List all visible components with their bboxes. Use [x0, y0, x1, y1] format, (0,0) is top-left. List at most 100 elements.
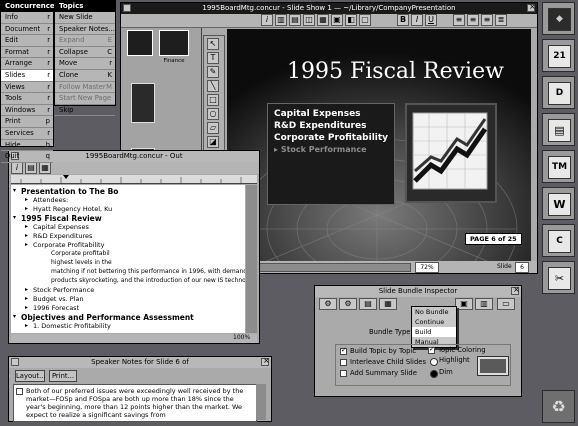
polygon-tool-icon[interactable]: ▱ — [207, 122, 219, 134]
bold-button[interactable]: B — [397, 14, 409, 26]
outline-row[interactable]: ▸ 1. Domestic Profitability — [11, 322, 245, 331]
align-left-button[interactable]: ≡ — [453, 14, 465, 26]
bundle-icon-7[interactable]: ▭ — [497, 298, 515, 310]
disclosure-triangle-icon[interactable]: ▸ — [25, 304, 28, 311]
disclosure-triangle-icon[interactable]: ▸ — [25, 223, 28, 230]
disclosure-triangle-icon[interactable]: ▾ — [13, 313, 16, 320]
print-button[interactable]: Print... — [49, 370, 77, 382]
dock-tile-document-tm[interactable]: TM — [542, 150, 575, 183]
vertical-scrollbar[interactable] — [246, 185, 257, 333]
disclosure-triangle-icon[interactable]: ▸ — [25, 295, 28, 302]
align-right-button[interactable]: ≡ — [481, 14, 493, 26]
menu-item-slides[interactable]: Slides r — [1, 69, 53, 82]
layout-button[interactable]: Layout... — [15, 370, 46, 382]
tool-button-3[interactable]: ▦ — [39, 162, 51, 174]
slide-number-field[interactable]: 6 — [515, 262, 529, 273]
outline-row[interactable]: ▸ R&D Expenditures — [11, 232, 245, 241]
menu-item-edit[interactable]: Edit r — [1, 35, 53, 47]
notes-checkbox[interactable] — [16, 388, 23, 395]
miniaturize-button[interactable] — [11, 358, 19, 366]
menu-item-windows[interactable]: Windows r — [1, 105, 53, 117]
tool-button-3[interactable]: ▤ — [289, 14, 301, 26]
text-tool-icon[interactable]: T — [207, 52, 219, 64]
color-well[interactable] — [477, 356, 509, 376]
outline-row[interactable]: ▾ Objectives and Performance Assessment — [11, 313, 245, 322]
topics-item-clone[interactable]: Clone K — [55, 70, 115, 82]
slideshow-titlebar[interactable]: 1995BoardMtg.concur - Slide Show 1 — ~/L… — [121, 3, 537, 14]
topic-coloring-checkbox[interactable]: ✓ — [428, 345, 435, 354]
dock-tile-pen-w[interactable]: W — [542, 187, 575, 220]
tool-button-2[interactable]: ▤ — [25, 162, 37, 174]
disclosure-triangle-icon[interactable]: ▸ — [25, 322, 28, 329]
outline-row[interactable]: highest levels in the — [11, 259, 245, 268]
menu-item-document[interactable]: Document r — [1, 24, 53, 36]
notes-scrollbar[interactable] — [256, 384, 266, 420]
dock-tile-calendar-21[interactable]: 21 — [542, 39, 575, 72]
disclosure-triangle-icon[interactable]: ▸ — [25, 232, 28, 239]
info-tool-button[interactable]: i — [261, 14, 273, 26]
menu-item-quit[interactable]: Quit q — [1, 151, 53, 163]
outline-row[interactable]: ▸ Attendees: — [11, 196, 245, 205]
tool-button-4[interactable]: ◫ — [303, 14, 315, 26]
menu-item-tools[interactable]: Tools r — [1, 93, 53, 105]
bundle-option-no-bundle[interactable]: No Bundle — [412, 307, 456, 317]
dock-tile-next-cube[interactable]: ◆ — [542, 2, 575, 35]
outline-row[interactable]: ▸ Capital Expenses — [11, 223, 245, 232]
close-button[interactable]: × — [261, 356, 270, 366]
slide-canvas[interactable]: 1995 Fiscal Review Capital Expenses R&D … — [227, 29, 531, 261]
outline-content[interactable]: ▾ Presentation to The Bo ▸ Attendees: ▸ Hyatt… — [11, 185, 245, 333]
bundle-icon-1[interactable]: ⚙ — [319, 298, 337, 310]
menu-item-hide[interactable]: Hide h — [1, 140, 53, 152]
bundle-icon-3[interactable]: ▤ — [359, 298, 377, 310]
rectangle-tool-icon[interactable]: □ — [207, 94, 219, 106]
bundle-checkbox[interactable] — [340, 359, 347, 366]
ruler[interactable] — [11, 175, 257, 184]
underline-button[interactable]: U — [425, 14, 437, 26]
topics-item-start-new-page[interactable]: Start New Page — [55, 93, 115, 105]
outline-zoom-field[interactable]: 100% — [233, 334, 250, 341]
dock-tile-document-c[interactable]: C — [542, 224, 575, 257]
slide-thumbnail[interactable] — [127, 30, 153, 56]
outline-row[interactable]: ▾ Presentation to The Bo — [11, 187, 245, 196]
bundle-icon-2[interactable]: ⚙ — [339, 298, 357, 310]
disclosure-triangle-icon[interactable]: ▾ — [13, 187, 16, 194]
disclosure-triangle-icon[interactable]: ▸ — [25, 286, 28, 293]
menu-item-views[interactable]: Views r — [1, 82, 53, 94]
outline-row[interactable]: Corporate profitabil — [11, 250, 245, 259]
outline-row[interactable]: products skyrocketing, and the introduct… — [11, 277, 245, 286]
disclosure-triangle-icon[interactable]: ▸ — [25, 241, 28, 248]
topics-item-skip[interactable]: Skip — [55, 105, 115, 117]
shadow-tool-icon[interactable]: ◪ — [207, 136, 219, 148]
oval-tool-icon[interactable]: ○ — [207, 108, 219, 120]
miniaturize-button[interactable] — [123, 4, 131, 12]
tool-button-5[interactable]: ▦ — [317, 14, 329, 26]
disclosure-triangle-icon[interactable]: ▾ — [13, 214, 16, 221]
bundle-option-build[interactable]: Build — [412, 327, 456, 337]
menu-item-arrange[interactable]: Arrange r — [1, 58, 53, 70]
topics-item-expand[interactable]: Expand E — [55, 35, 115, 47]
outline-row[interactable]: matching if not bettering this performan… — [11, 268, 245, 277]
highlight-radio[interactable] — [430, 358, 438, 366]
topics-item-follow-master[interactable]: Follow Master M — [55, 82, 115, 94]
dock-tile-scissors[interactable]: ✂ — [542, 261, 575, 294]
close-button[interactable]: × — [511, 285, 520, 295]
tool-button-7[interactable]: ◧ — [345, 14, 357, 26]
topics-item-collapse[interactable]: Collapse C — [55, 47, 115, 59]
slide-thumbnail[interactable] — [131, 83, 155, 123]
dock-tile-terminal[interactable]: ▤ — [542, 113, 575, 146]
disclosure-triangle-icon[interactable]: ▸ — [25, 196, 28, 203]
topics-item-move[interactable]: Move r — [55, 58, 115, 70]
tool-button-6[interactable]: ▣ — [331, 14, 343, 26]
bundle-type-popup[interactable]: No Bundle Continue Build Manual — [411, 306, 457, 348]
bundle-option-continue[interactable]: Continue — [412, 317, 456, 327]
tool-button-8[interactable]: ▢ — [359, 14, 371, 26]
line-tool-icon[interactable]: ╲ — [207, 80, 219, 92]
outline-row[interactable]: ▸ Budget vs. Plan — [11, 295, 245, 304]
menu-item-services[interactable]: Services r — [1, 128, 53, 140]
italic-button[interactable]: I — [411, 14, 423, 26]
bundle-checkbox[interactable] — [340, 370, 347, 377]
topics-item-new-slide[interactable]: New Slide — [55, 12, 115, 24]
dim-radio[interactable] — [430, 370, 438, 378]
chart-tool-button[interactable]: ▥ — [275, 14, 287, 26]
bundle-icon-5[interactable]: ▣ — [455, 298, 473, 310]
